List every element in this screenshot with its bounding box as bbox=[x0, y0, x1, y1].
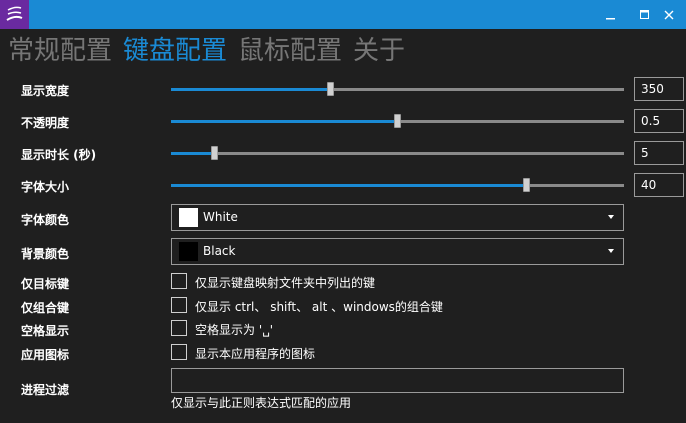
combo-keys-checkbox[interactable] bbox=[171, 297, 187, 313]
tab-bar: 常规配置 键盘配置 鼠标配置 关于 bbox=[8, 35, 416, 67]
color-swatch bbox=[179, 208, 198, 227]
process-filter-label: 进程过滤 bbox=[21, 383, 70, 397]
font-color-value: White bbox=[203, 210, 238, 224]
space-display-label: 空格显示 bbox=[21, 324, 70, 338]
font-color-label: 字体颜色 bbox=[21, 213, 70, 227]
opacity-input[interactable]: 0.5 bbox=[634, 109, 684, 133]
title-bar bbox=[0, 0, 686, 29]
color-swatch bbox=[179, 242, 198, 261]
display-width-slider[interactable] bbox=[171, 82, 624, 96]
app-icon bbox=[0, 0, 29, 29]
font-size-label: 字体大小 bbox=[21, 180, 70, 194]
tab-keyboard[interactable]: 键盘配置 bbox=[123, 35, 227, 67]
background-color-value: Black bbox=[203, 244, 236, 258]
slider-fill bbox=[171, 184, 525, 187]
slider-thumb[interactable] bbox=[523, 178, 530, 192]
app-icon-label: 应用图标 bbox=[21, 348, 70, 362]
maximize-icon bbox=[640, 9, 649, 19]
slider-thumb[interactable] bbox=[211, 146, 218, 160]
combo-keys-text: 仅显示 ctrl、 shift、 alt 、windows的组合键 bbox=[195, 300, 443, 314]
close-icon bbox=[664, 10, 674, 19]
slider-fill bbox=[171, 120, 396, 123]
app-icon-text: 显示本应用程序的图标 bbox=[195, 347, 316, 361]
display-duration-label: 显示时长 (秒) bbox=[21, 148, 97, 162]
combo-keys-label: 仅组合键 bbox=[21, 301, 70, 315]
minimize-icon bbox=[606, 17, 615, 19]
dropdown-arrow-icon bbox=[608, 249, 614, 253]
slider-thumb[interactable] bbox=[394, 114, 401, 128]
background-color-label: 背景颜色 bbox=[21, 247, 70, 261]
slider-fill bbox=[171, 88, 329, 91]
target-keys-label: 仅目标键 bbox=[21, 277, 70, 291]
target-keys-checkbox[interactable] bbox=[171, 273, 187, 289]
background-color-select[interactable]: Black bbox=[171, 238, 624, 265]
target-keys-text: 仅显示键盘映射文件夹中列出的键 bbox=[195, 276, 376, 290]
display-width-input[interactable]: 350 bbox=[634, 77, 684, 101]
opacity-slider[interactable] bbox=[171, 114, 624, 128]
tab-general[interactable]: 常规配置 bbox=[8, 35, 112, 67]
slider-track bbox=[171, 152, 624, 155]
font-size-input[interactable]: 40 bbox=[634, 173, 684, 197]
dropdown-arrow-icon bbox=[608, 215, 614, 219]
close-button[interactable] bbox=[652, 0, 686, 29]
process-filter-hint: 仅显示与此正则表达式匹配的应用 bbox=[171, 396, 352, 410]
slider-fill bbox=[171, 152, 213, 155]
space-display-text: 空格显示为 '␣' bbox=[195, 323, 274, 337]
space-display-checkbox[interactable] bbox=[171, 320, 187, 336]
slider-thumb[interactable] bbox=[327, 82, 334, 96]
app-icon-checkbox[interactable] bbox=[171, 344, 187, 360]
tab-about[interactable]: 关于 bbox=[353, 35, 405, 67]
font-color-select[interactable]: White bbox=[171, 204, 624, 231]
display-width-label: 显示宽度 bbox=[21, 84, 70, 98]
tab-mouse[interactable]: 鼠标配置 bbox=[238, 35, 342, 67]
minimize-button[interactable] bbox=[594, 0, 628, 29]
display-duration-input[interactable]: 5 bbox=[634, 141, 684, 165]
display-duration-slider[interactable] bbox=[171, 146, 624, 160]
font-size-slider[interactable] bbox=[171, 178, 624, 192]
process-filter-input[interactable] bbox=[171, 368, 624, 393]
opacity-label: 不透明度 bbox=[21, 116, 70, 130]
